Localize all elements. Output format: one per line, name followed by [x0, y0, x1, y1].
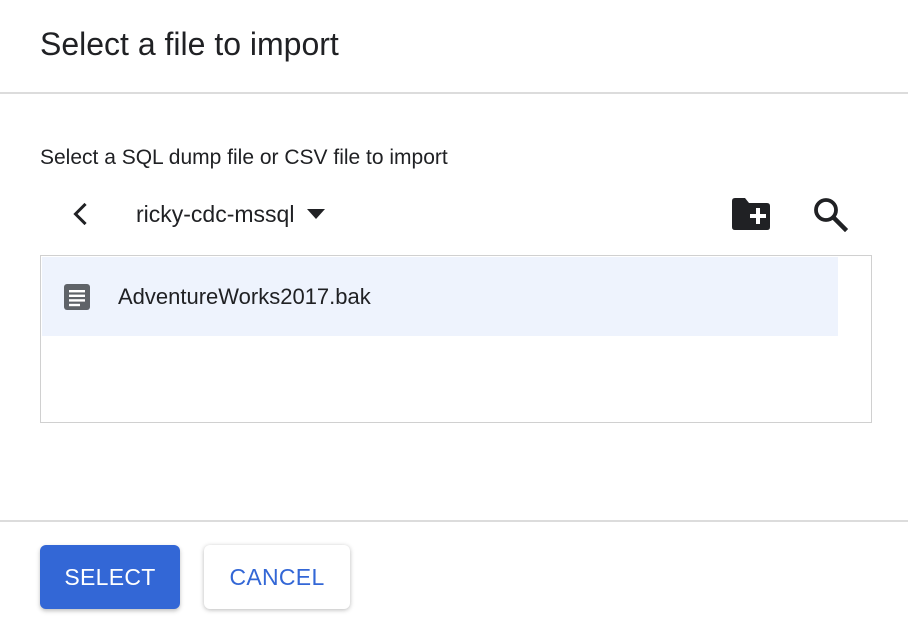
create-new-folder-icon: [732, 198, 770, 230]
bucket-dropdown[interactable]: ricky-cdc-mssql: [136, 196, 326, 232]
chevron-left-icon: [73, 202, 87, 226]
dialog-title: Select a file to import: [40, 26, 339, 62]
file-browser-toolbar: ricky-cdc-mssql: [40, 188, 872, 244]
file-name: AdventureWorks2017.bak: [118, 283, 371, 309]
select-button[interactable]: SELECT: [40, 545, 180, 609]
caret-down-icon: [306, 208, 326, 220]
bucket-name: ricky-cdc-mssql: [136, 201, 295, 227]
list-item[interactable]: AdventureWorks2017.bak: [42, 257, 838, 336]
document-icon: [62, 282, 92, 312]
import-file-dialog: Select a file to import Select a SQL dum…: [0, 0, 908, 626]
search-icon: [814, 198, 848, 232]
search-button[interactable]: [808, 192, 852, 236]
footer-divider: [0, 520, 908, 522]
cancel-button[interactable]: CANCEL: [204, 545, 350, 609]
create-folder-button[interactable]: [728, 194, 774, 234]
instruction-text: Select a SQL dump file or CSV file to im…: [40, 146, 448, 169]
back-button[interactable]: [62, 196, 98, 232]
file-list: AdventureWorks2017.bak: [40, 255, 872, 423]
dialog-header: Select a file to import: [0, 0, 908, 94]
